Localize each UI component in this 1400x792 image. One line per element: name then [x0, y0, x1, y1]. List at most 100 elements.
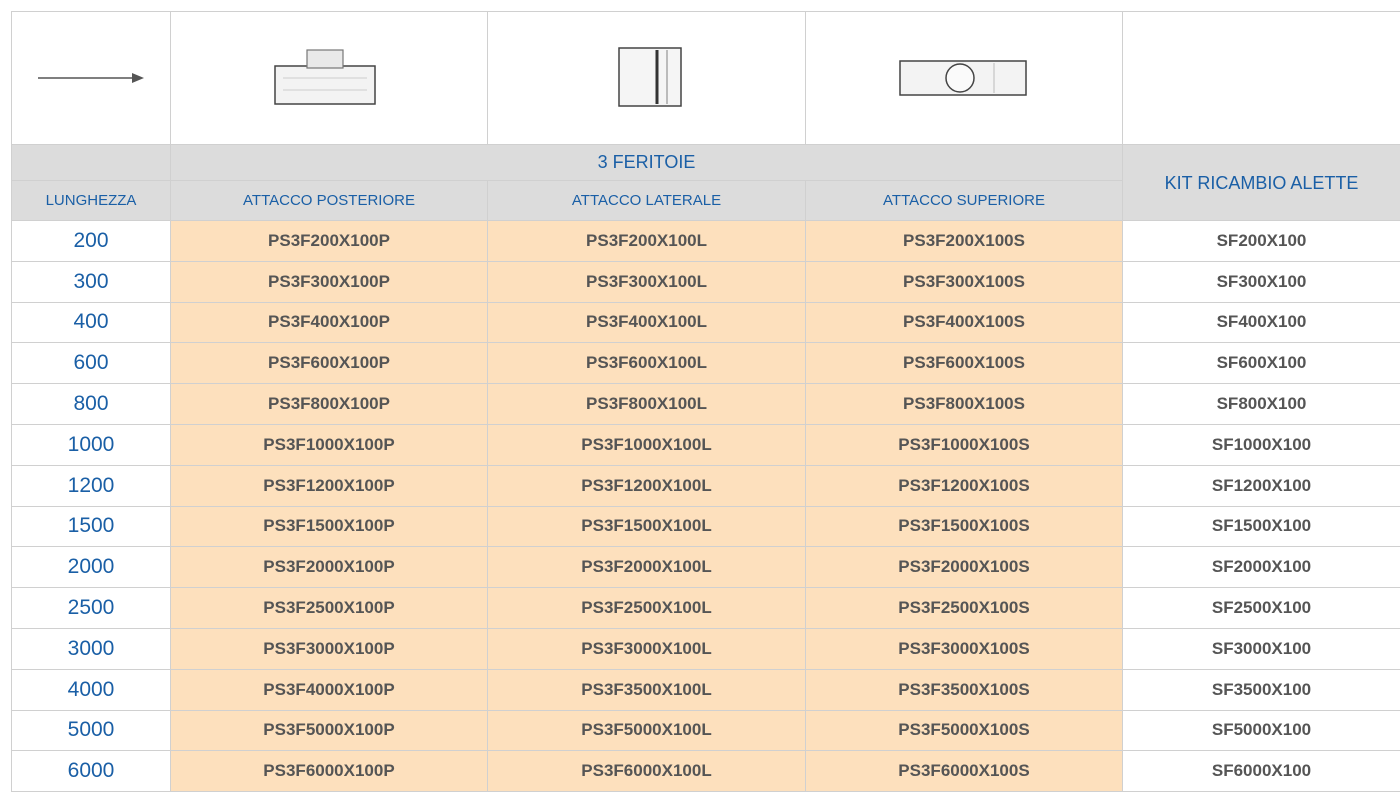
kit-code-cell: SF5000X100: [1123, 710, 1400, 751]
header-row-1: 3 FERITOIE KIT RICAMBIO ALETTE: [12, 145, 1400, 181]
side-code-cell: PS3F2500X100L: [488, 588, 806, 629]
rear-code-cell: PS3F1000X100P: [171, 424, 488, 465]
side-attachment-image-cell: [488, 12, 806, 145]
length-column-header: LUNGHEZZA: [12, 181, 171, 221]
length-cell: 1500: [12, 506, 171, 547]
table-row: 800PS3F800X100PPS3F800X100LPS3F800X100SS…: [12, 384, 1400, 425]
table-row: 2000PS3F2000X100PPS3F2000X100LPS3F2000X1…: [12, 547, 1400, 588]
rear-code-cell: PS3F5000X100P: [171, 710, 488, 751]
length-cell: 3000: [12, 628, 171, 669]
side-code-cell: PS3F300X100L: [488, 261, 806, 302]
side-code-cell: PS3F600X100L: [488, 343, 806, 384]
kit-code-cell: SF1200X100: [1123, 465, 1400, 506]
table-row: 300PS3F300X100PPS3F300X100LPS3F300X100SS…: [12, 261, 1400, 302]
rear-code-cell: PS3F2500X100P: [171, 588, 488, 629]
rear-code-cell: PS3F800X100P: [171, 384, 488, 425]
top-code-cell: PS3F3000X100S: [806, 628, 1123, 669]
rear-code-cell: PS3F400X100P: [171, 302, 488, 343]
rear-code-cell: PS3F300X100P: [171, 261, 488, 302]
arrow-right-icon: [36, 71, 146, 85]
top-code-cell: PS3F1500X100S: [806, 506, 1123, 547]
top-code-cell: PS3F300X100S: [806, 261, 1123, 302]
top-code-cell: PS3F200X100S: [806, 221, 1123, 262]
length-cell: 4000: [12, 669, 171, 710]
top-code-cell: PS3F5000X100S: [806, 710, 1123, 751]
kit-code-cell: SF300X100: [1123, 261, 1400, 302]
length-cell: 400: [12, 302, 171, 343]
length-cell: 5000: [12, 710, 171, 751]
rear-attachment-icon: [269, 48, 389, 108]
top-code-cell: PS3F3500X100S: [806, 669, 1123, 710]
side-attachment-icon: [597, 46, 697, 110]
rear-code-cell: PS3F1200X100P: [171, 465, 488, 506]
table-row: 1500PS3F1500X100PPS3F1500X100LPS3F1500X1…: [12, 506, 1400, 547]
kit-code-cell: SF200X100: [1123, 221, 1400, 262]
rear-code-cell: PS3F1500X100P: [171, 506, 488, 547]
side-code-cell: PS3F3000X100L: [488, 628, 806, 669]
length-cell: 1000: [12, 424, 171, 465]
length-cell: 800: [12, 384, 171, 425]
kit-code-cell: SF2500X100: [1123, 588, 1400, 629]
table-row: 6000PS3F6000X100PPS3F6000X100LPS3F6000X1…: [12, 751, 1400, 792]
top-code-cell: PS3F2500X100S: [806, 588, 1123, 629]
side-code-cell: PS3F800X100L: [488, 384, 806, 425]
rear-code-cell: PS3F3000X100P: [171, 628, 488, 669]
product-code-table: 3 FERITOIE KIT RICAMBIO ALETTE LUNGHEZZA…: [11, 11, 1400, 792]
side-code-cell: PS3F1500X100L: [488, 506, 806, 547]
side-code-cell: PS3F1000X100L: [488, 424, 806, 465]
top-code-cell: PS3F6000X100S: [806, 751, 1123, 792]
arrow-cell: [12, 12, 171, 145]
kit-code-cell: SF6000X100: [1123, 751, 1400, 792]
kit-code-cell: SF600X100: [1123, 343, 1400, 384]
kit-code-cell: SF1500X100: [1123, 506, 1400, 547]
rear-code-cell: PS3F4000X100P: [171, 669, 488, 710]
top-code-cell: PS3F800X100S: [806, 384, 1123, 425]
rear-code-cell: PS3F200X100P: [171, 221, 488, 262]
rear-column-header: ATTACCO POSTERIORE: [171, 181, 488, 221]
table-row: 4000PS3F4000X100PPS3F3500X100LPS3F3500X1…: [12, 669, 1400, 710]
kit-code-cell: SF2000X100: [1123, 547, 1400, 588]
side-code-cell: PS3F1200X100L: [488, 465, 806, 506]
top-code-cell: PS3F1000X100S: [806, 424, 1123, 465]
top-code-cell: PS3F400X100S: [806, 302, 1123, 343]
length-cell: 600: [12, 343, 171, 384]
kit-header: KIT RICAMBIO ALETTE: [1123, 145, 1400, 221]
table-row: 200PS3F200X100PPS3F200X100LPS3F200X100SS…: [12, 221, 1400, 262]
length-cell: 2000: [12, 547, 171, 588]
rear-code-cell: PS3F600X100P: [171, 343, 488, 384]
rear-attachment-image-cell: [171, 12, 488, 145]
rear-code-cell: PS3F6000X100P: [171, 751, 488, 792]
length-cell: 2500: [12, 588, 171, 629]
table-row: 600PS3F600X100PPS3F600X100LPS3F600X100SS…: [12, 343, 1400, 384]
length-cell: 200: [12, 221, 171, 262]
top-attachment-image-cell: [806, 12, 1123, 145]
top-code-cell: PS3F600X100S: [806, 343, 1123, 384]
top-code-cell: PS3F1200X100S: [806, 465, 1123, 506]
image-row: [12, 12, 1400, 145]
kit-code-cell: SF3000X100: [1123, 628, 1400, 669]
blank-header-cell: [12, 145, 171, 181]
top-column-header: ATTACCO SUPERIORE: [806, 181, 1123, 221]
side-code-cell: PS3F5000X100L: [488, 710, 806, 751]
top-attachment-icon: [894, 53, 1034, 103]
table-row: 1000PS3F1000X100PPS3F1000X100LPS3F1000X1…: [12, 424, 1400, 465]
table-row: 3000PS3F3000X100PPS3F3000X100LPS3F3000X1…: [12, 628, 1400, 669]
kit-code-cell: SF3500X100: [1123, 669, 1400, 710]
side-column-header: ATTACCO LATERALE: [488, 181, 806, 221]
group-header: 3 FERITOIE: [171, 145, 1123, 181]
side-code-cell: PS3F6000X100L: [488, 751, 806, 792]
kit-code-cell: SF1000X100: [1123, 424, 1400, 465]
length-cell: 300: [12, 261, 171, 302]
length-cell: 1200: [12, 465, 171, 506]
table-row: 5000PS3F5000X100PPS3F5000X100LPS3F5000X1…: [12, 710, 1400, 751]
side-code-cell: PS3F2000X100L: [488, 547, 806, 588]
table-row: 2500PS3F2500X100PPS3F2500X100LPS3F2500X1…: [12, 588, 1400, 629]
empty-image-cell: [1123, 12, 1400, 145]
rear-code-cell: PS3F2000X100P: [171, 547, 488, 588]
kit-code-cell: SF800X100: [1123, 384, 1400, 425]
side-code-cell: PS3F3500X100L: [488, 669, 806, 710]
kit-code-cell: SF400X100: [1123, 302, 1400, 343]
side-code-cell: PS3F400X100L: [488, 302, 806, 343]
table-row: 400PS3F400X100PPS3F400X100LPS3F400X100SS…: [12, 302, 1400, 343]
table-row: 1200PS3F1200X100PPS3F1200X100LPS3F1200X1…: [12, 465, 1400, 506]
